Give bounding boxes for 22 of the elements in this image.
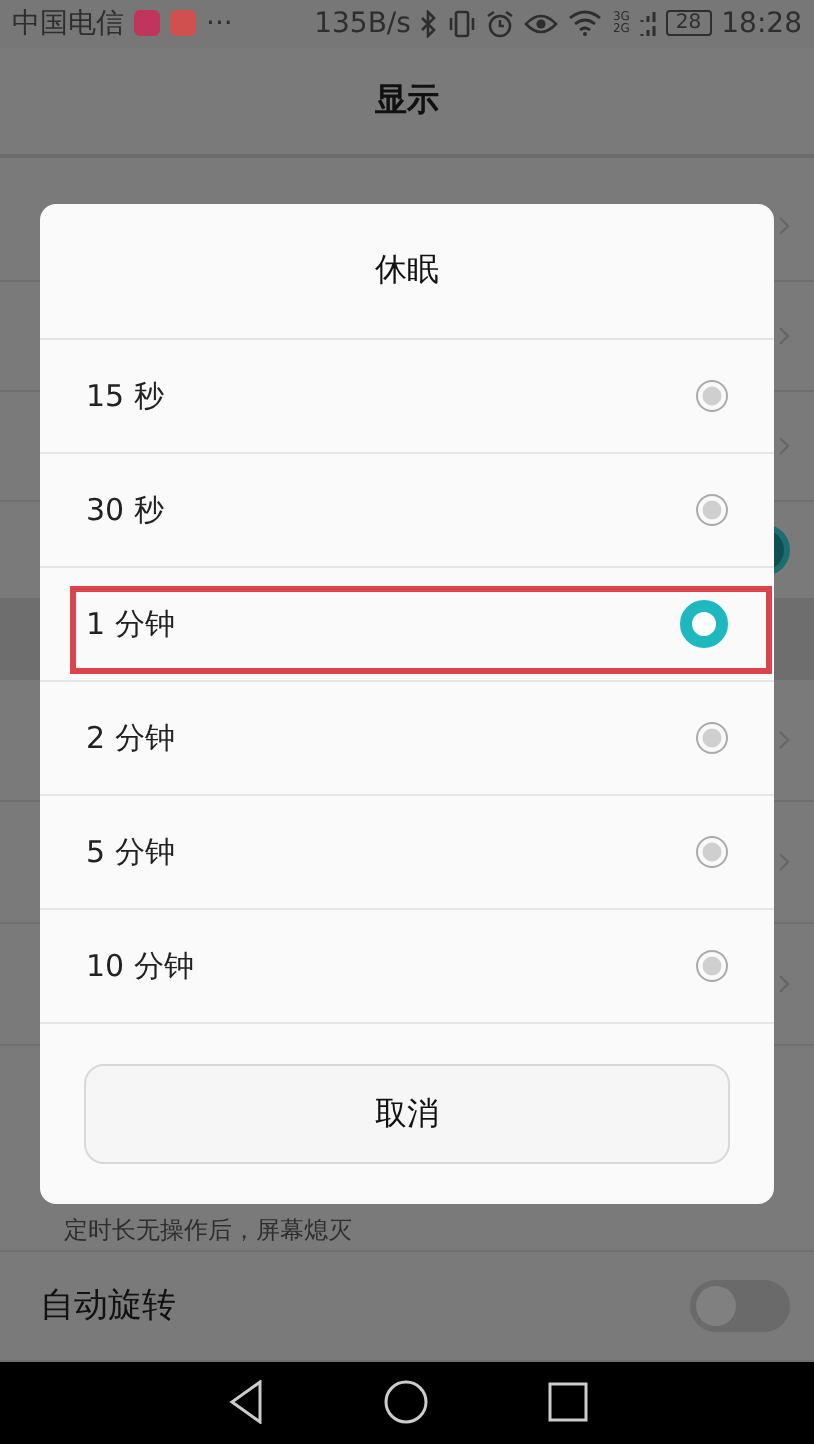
dialog-title: 休眠 [375,250,439,292]
network-speed: 135B/s [314,7,411,40]
option-label: 10 分钟 [86,947,194,985]
carrier-name: 中国电信 [12,5,124,42]
option-row[interactable]: 15 秒 [40,340,774,454]
option-row[interactable]: 2 分钟 [40,682,774,796]
option-row[interactable]: 1 分钟 [40,568,774,682]
battery-level: 28 [665,10,712,37]
clock-time: 18:28 [721,7,802,40]
page-title: 显示 [375,79,439,122]
hint-text: 定时长无操作后，屏幕熄灭 [62,1213,352,1248]
option-row[interactable]: 10 分钟 [40,910,774,1024]
option-label: 30 秒 [86,491,164,529]
setting-label: 自动旋转 [40,1284,176,1329]
more-notifications: ··· [206,7,233,40]
option-label: 2 分钟 [86,719,175,757]
option-label: 5 分钟 [86,833,175,871]
cancel-button[interactable]: 取消 [84,1064,730,1164]
option-label: 15 秒 [86,377,164,415]
option-label: 1 分钟 [86,605,175,643]
option-row[interactable]: 30 秒 [40,454,774,568]
option-row[interactable]: 5 分钟 [40,796,774,910]
